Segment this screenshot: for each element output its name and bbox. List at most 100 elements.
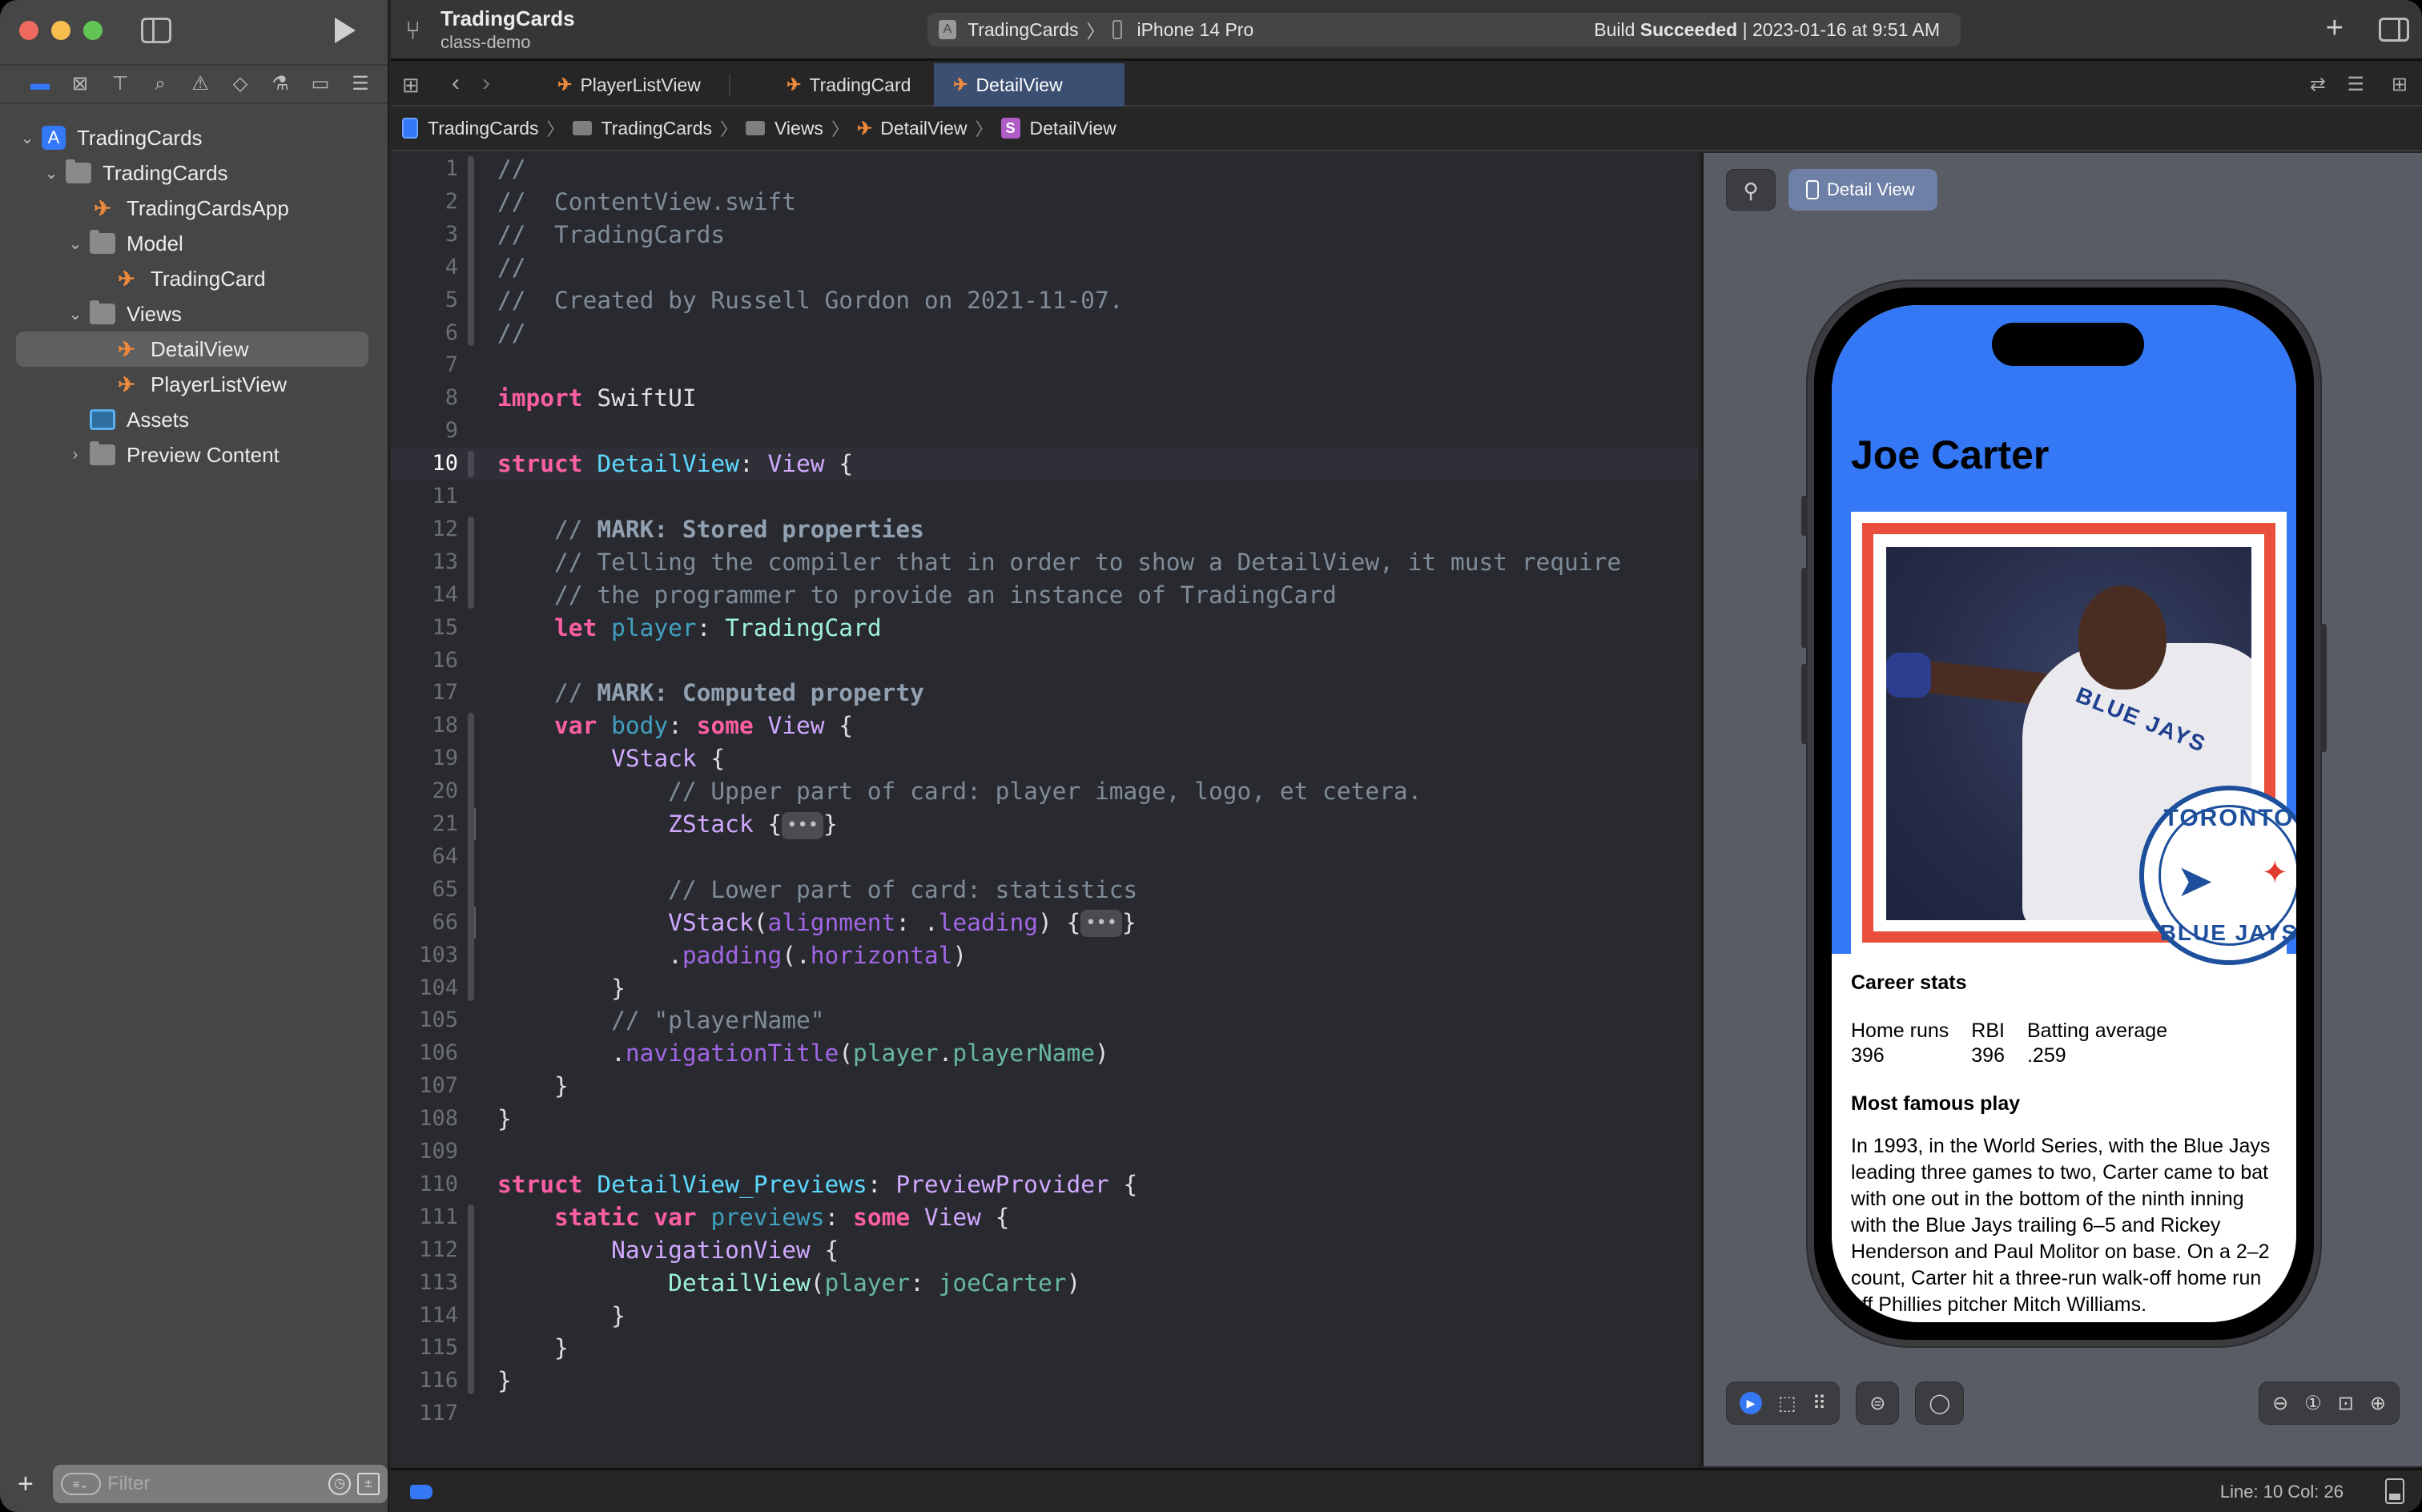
live-mode-icon[interactable]: ▶ <box>1740 1392 1762 1414</box>
scope-ribbon[interactable] <box>468 451 474 477</box>
close-window-button[interactable] <box>19 21 38 40</box>
line-number[interactable]: 13 <box>391 546 458 578</box>
preview-variant-button[interactable]: Detail View <box>1788 169 1937 211</box>
editor-options-icon[interactable]: ☰ <box>2347 73 2364 96</box>
variants-icon[interactable]: ⠿ <box>1812 1392 1827 1415</box>
line-number[interactable]: 109 <box>391 1136 458 1168</box>
disclosure-expanded-icon[interactable]: ⌄ <box>67 304 83 324</box>
code-line[interactable]: 12 // MARK: Stored properties <box>391 513 1698 545</box>
breadcrumb-file[interactable]: ✈ DetailView <box>857 118 968 139</box>
code-line[interactable]: 109 <box>391 1136 1698 1168</box>
code-line[interactable]: 20 // Upper part of card: player image, … <box>391 775 1698 807</box>
code-line[interactable]: 14 // the programmer to provide an insta… <box>391 579 1698 611</box>
report-icon[interactable]: ☰ <box>349 73 372 95</box>
line-number[interactable]: 12 <box>391 513 458 545</box>
selectable-mode-icon[interactable]: ⬚ <box>1778 1392 1796 1415</box>
tree-item-model[interactable]: ⌄ Model <box>0 226 388 261</box>
toggle-navigator-icon[interactable] <box>141 18 171 43</box>
code-line[interactable]: 103 .padding(.horizontal) <box>391 939 1698 971</box>
line-number[interactable]: 16 <box>391 645 458 677</box>
forward-button[interactable]: › <box>482 70 490 97</box>
code-line[interactable]: 21› ZStack {•••} <box>391 808 1698 840</box>
breadcrumb-views[interactable]: Views <box>746 118 823 139</box>
line-number[interactable]: 6 <box>391 317 458 349</box>
code-line[interactable]: 1 // <box>391 153 1698 185</box>
debug-icon[interactable]: ⚗ <box>269 73 292 95</box>
line-number[interactable]: 111 <box>391 1201 458 1233</box>
line-number[interactable]: 8 <box>391 382 458 414</box>
line-number[interactable]: 10 <box>391 448 458 480</box>
scope-ribbon[interactable] <box>468 746 474 1002</box>
source-control-filter-icon[interactable]: ± <box>357 1473 380 1495</box>
source-editor[interactable]: 1 // 2 // ContentView.swift 3 // TradingCards… <box>391 153 1698 1466</box>
code-line[interactable]: 6 // <box>391 317 1698 349</box>
zoom-window-button[interactable] <box>83 21 103 40</box>
code-line[interactable]: 110 struct DetailView_Previews: PreviewPr… <box>391 1168 1698 1200</box>
tree-item-detailview[interactable]: ✈ DetailView <box>0 332 388 367</box>
code-line[interactable]: 4 // <box>391 251 1698 284</box>
code-line[interactable]: 106 .navigationTitle(player.playerName) <box>391 1037 1698 1069</box>
swap-icon[interactable]: ⇄ <box>2310 73 2326 96</box>
tree-item-assets[interactable]: Assets <box>0 402 388 437</box>
code-line[interactable]: 65 // Lower part of card: statistics <box>391 874 1698 906</box>
code-line[interactable]: 17 // MARK: Computed property <box>391 677 1698 709</box>
breakpoint-icon[interactable]: ▭ <box>309 73 332 95</box>
scheme-selector[interactable]: TradingCards <box>968 19 1078 41</box>
line-number[interactable]: 21 <box>391 808 458 840</box>
line-number[interactable]: 3 <box>391 219 458 251</box>
tree-item-playerlistview[interactable]: ✈ PlayerListView <box>0 367 388 402</box>
test-icon[interactable]: ◇ <box>229 73 251 95</box>
line-number[interactable]: 114 <box>391 1300 458 1332</box>
scope-ribbon[interactable] <box>468 1269 474 1329</box>
line-number[interactable]: 104 <box>391 972 458 1004</box>
code-line[interactable]: 5 // Created by Russell Gordon on 2021-11… <box>391 284 1698 316</box>
related-items-icon[interactable]: ⊞ <box>402 73 420 98</box>
tree-item-tradingcardsapp[interactable]: ✈ TradingCardsApp <box>0 191 388 226</box>
code-line[interactable]: 113 DetailView(player: joeCarter) <box>391 1267 1698 1299</box>
line-number[interactable]: 18 <box>391 710 458 742</box>
line-number[interactable]: 5 <box>391 284 458 316</box>
breadcrumb-symbol[interactable]: S DetailView <box>1000 118 1116 139</box>
line-number[interactable]: 113 <box>391 1267 458 1299</box>
disclosure-collapsed-icon[interactable]: › <box>67 446 83 464</box>
disclosure-expanded-icon[interactable]: ⌄ <box>43 163 59 183</box>
code-line[interactable]: 64 <box>391 841 1698 873</box>
code-line[interactable]: 107 } <box>391 1070 1698 1102</box>
code-line[interactable]: 115 } <box>391 1332 1698 1364</box>
tree-item-views[interactable]: ⌄ Views <box>0 296 388 332</box>
line-number[interactable]: 117 <box>391 1397 458 1430</box>
filter-field[interactable]: ≡⌄ Filter ◷ ± <box>53 1465 388 1503</box>
tree-item-tradingcard[interactable]: ✈ TradingCard <box>0 261 388 296</box>
zoom-in-icon[interactable]: ⊕ <box>2370 1392 2386 1415</box>
folder-icon[interactable]: ▬ <box>29 73 51 95</box>
line-number[interactable]: 19 <box>391 742 458 774</box>
toggle-inspector-icon[interactable] <box>2379 18 2409 42</box>
code-line[interactable]: 13 // Telling the compiler that in order… <box>391 546 1698 578</box>
code-line[interactable]: 114 } <box>391 1300 1698 1332</box>
library-plus-button[interactable]: + <box>2326 11 2344 46</box>
line-number[interactable]: 15 <box>391 612 458 644</box>
tab-tradingcard[interactable]: ✈ TradingCard <box>767 63 930 107</box>
code-line[interactable]: 3 // TradingCards <box>391 219 1698 251</box>
zoom-to-fit-icon[interactable]: ⊡ <box>2338 1392 2354 1415</box>
code-line[interactable]: 19 VStack { <box>391 742 1698 774</box>
line-number[interactable]: 9 <box>391 415 458 447</box>
recent-files-icon[interactable]: ◷ <box>328 1473 351 1495</box>
back-button[interactable]: ‹ <box>452 70 460 97</box>
code-line[interactable]: 105 // "playerName" <box>391 1004 1698 1036</box>
line-number[interactable]: 14 <box>391 579 458 611</box>
search-icon[interactable]: ⌕ <box>149 73 171 95</box>
line-number[interactable]: 110 <box>391 1168 458 1200</box>
branch-name[interactable]: class-demo <box>441 32 530 53</box>
scope-ribbon[interactable] <box>468 516 474 609</box>
code-line[interactable]: 108} <box>391 1103 1698 1135</box>
line-number[interactable]: 116 <box>391 1365 458 1397</box>
add-file-button[interactable]: + <box>18 1469 42 1500</box>
tree-item-tradingcards[interactable]: ⌄ A TradingCards <box>0 120 388 155</box>
zoom-actual-size-icon[interactable]: ① <box>2304 1392 2322 1415</box>
code-line[interactable]: 18 var body: some View { <box>391 710 1698 742</box>
code-line[interactable]: 117 <box>391 1397 1698 1430</box>
tab-detailview[interactable]: ✈ DetailView <box>934 63 1124 107</box>
line-number[interactable]: 112 <box>391 1234 458 1266</box>
line-number[interactable]: 64 <box>391 841 458 873</box>
